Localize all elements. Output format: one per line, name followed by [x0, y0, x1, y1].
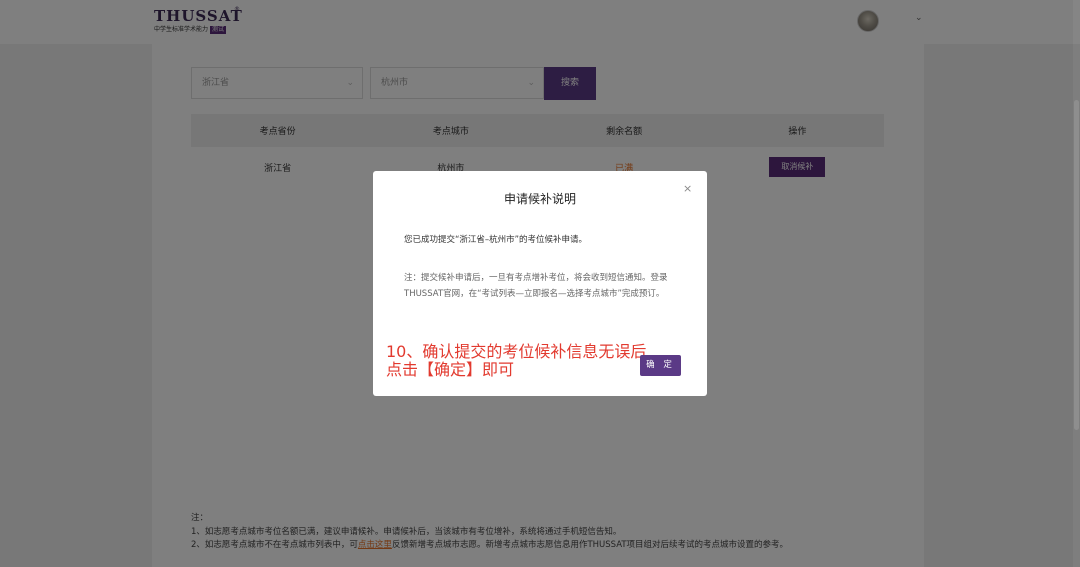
annotation-line-1: 10、确认提交的考位候补信息无误后 [386, 342, 647, 361]
close-icon[interactable]: × [683, 182, 692, 195]
instruction-annotation: 10、确认提交的考位候补信息无误后 点击【确定】即可 [386, 343, 676, 379]
modal-success-message: 您已成功提交“浙江省–杭州市”的考位候补申请。 [404, 235, 588, 245]
waitlist-info-modal: 申请候补说明 × 您已成功提交“浙江省–杭州市”的考位候补申请。 注：提交候补申… [373, 171, 707, 396]
annotation-line-2: 点击【确定】即可 [386, 360, 515, 379]
modal-title: 申请候补说明 [503, 192, 576, 206]
modal-note: 注：提交候补申请后，一旦有考点增补考位，将会收到短信通知。登录THUSSAT官网… [404, 273, 668, 299]
scrollbar-thumb[interactable] [1074, 100, 1079, 430]
confirm-button[interactable]: 确 定 [640, 355, 681, 376]
